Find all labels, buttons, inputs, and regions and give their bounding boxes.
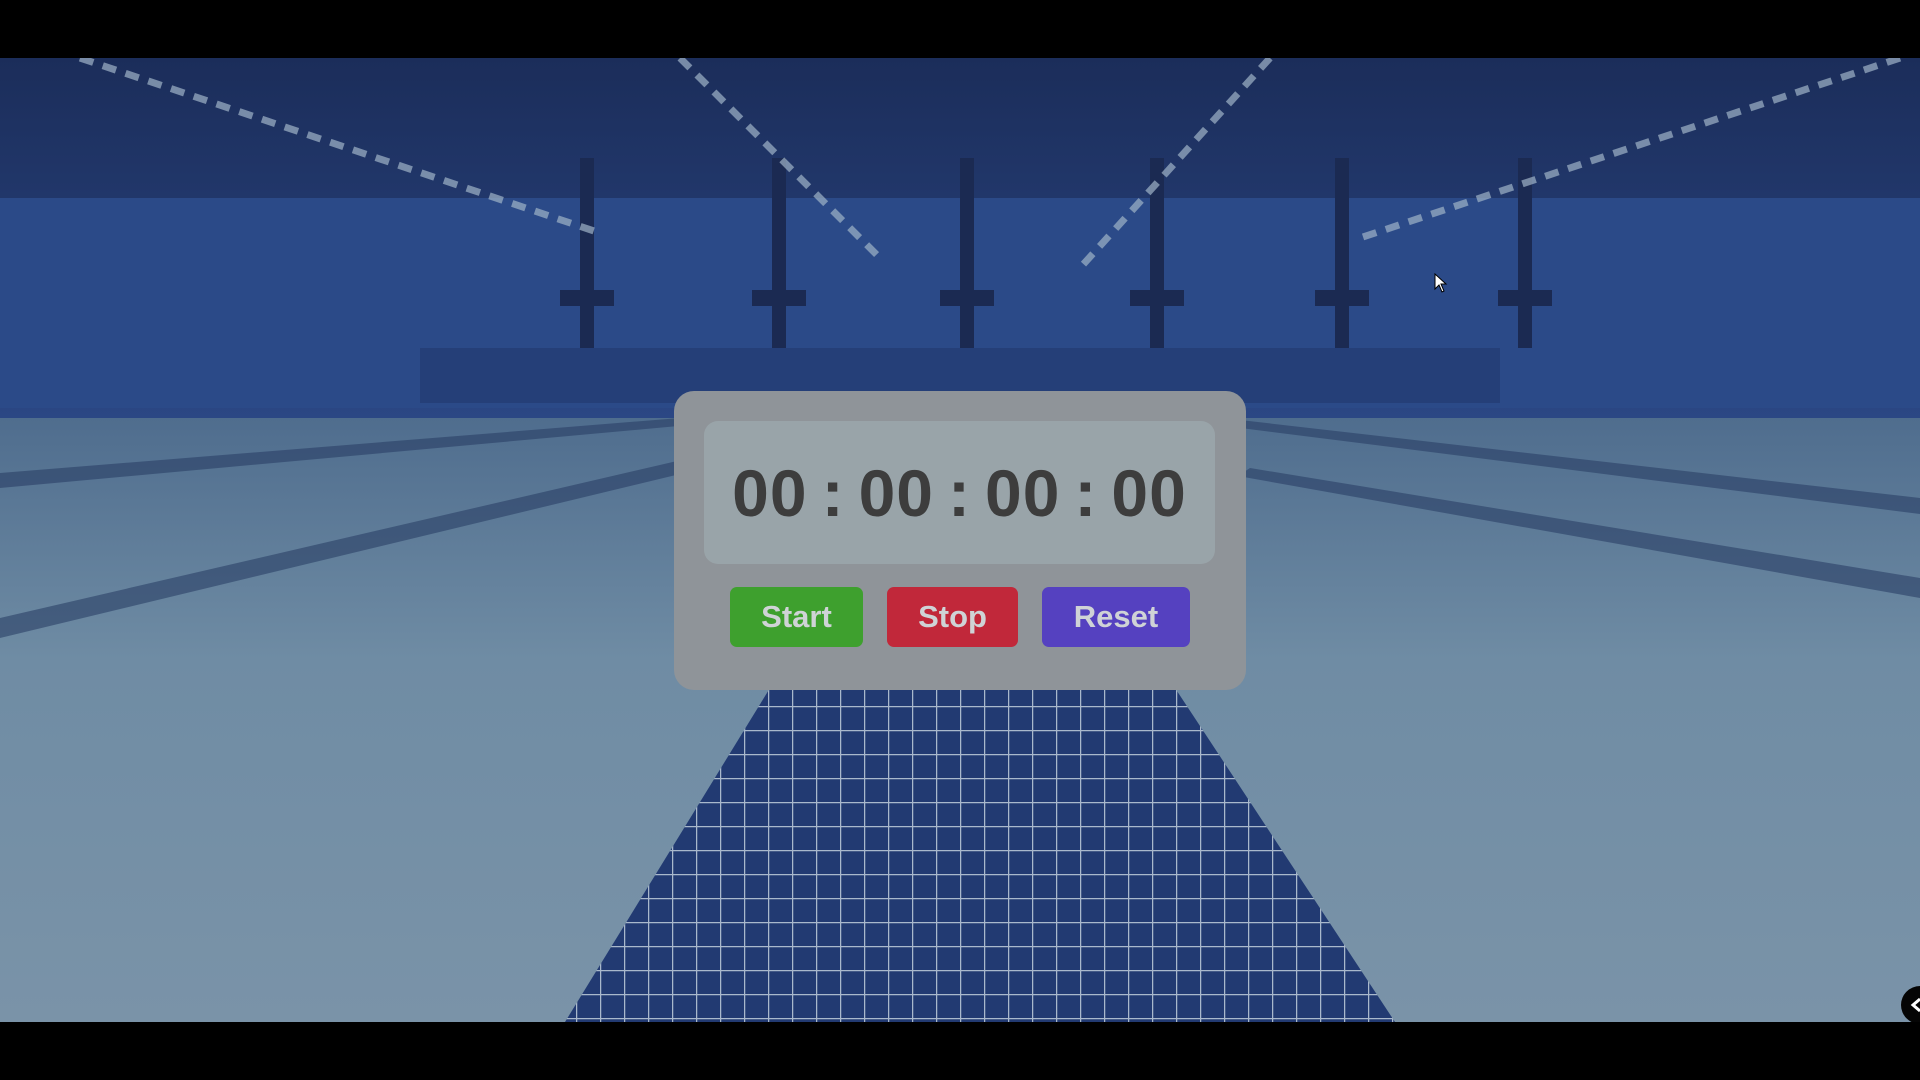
separator: : xyxy=(1074,455,1098,530)
separator: : xyxy=(821,455,845,530)
stop-button[interactable]: Stop xyxy=(887,587,1018,647)
separator: : xyxy=(948,455,971,530)
mouse-pointer-icon xyxy=(1434,272,1448,298)
seconds-value: 00 xyxy=(984,455,1061,530)
hours-value: 00 xyxy=(732,455,808,530)
start-button[interactable]: Start xyxy=(730,587,863,647)
time-display: 00:00:00:00 xyxy=(704,421,1215,564)
minutes-value: 00 xyxy=(858,455,934,530)
centiseconds-value: 00 xyxy=(1111,455,1187,530)
stopwatch-panel: 00:00:00:00 Start Stop Reset xyxy=(674,391,1246,690)
reset-button[interactable]: Reset xyxy=(1042,587,1190,647)
app-viewport: 00:00:00:00 Start Stop Reset xyxy=(0,58,1920,1022)
time-readout: 00:00:00:00 xyxy=(732,455,1187,531)
controls-row: Start Stop Reset xyxy=(674,587,1246,647)
